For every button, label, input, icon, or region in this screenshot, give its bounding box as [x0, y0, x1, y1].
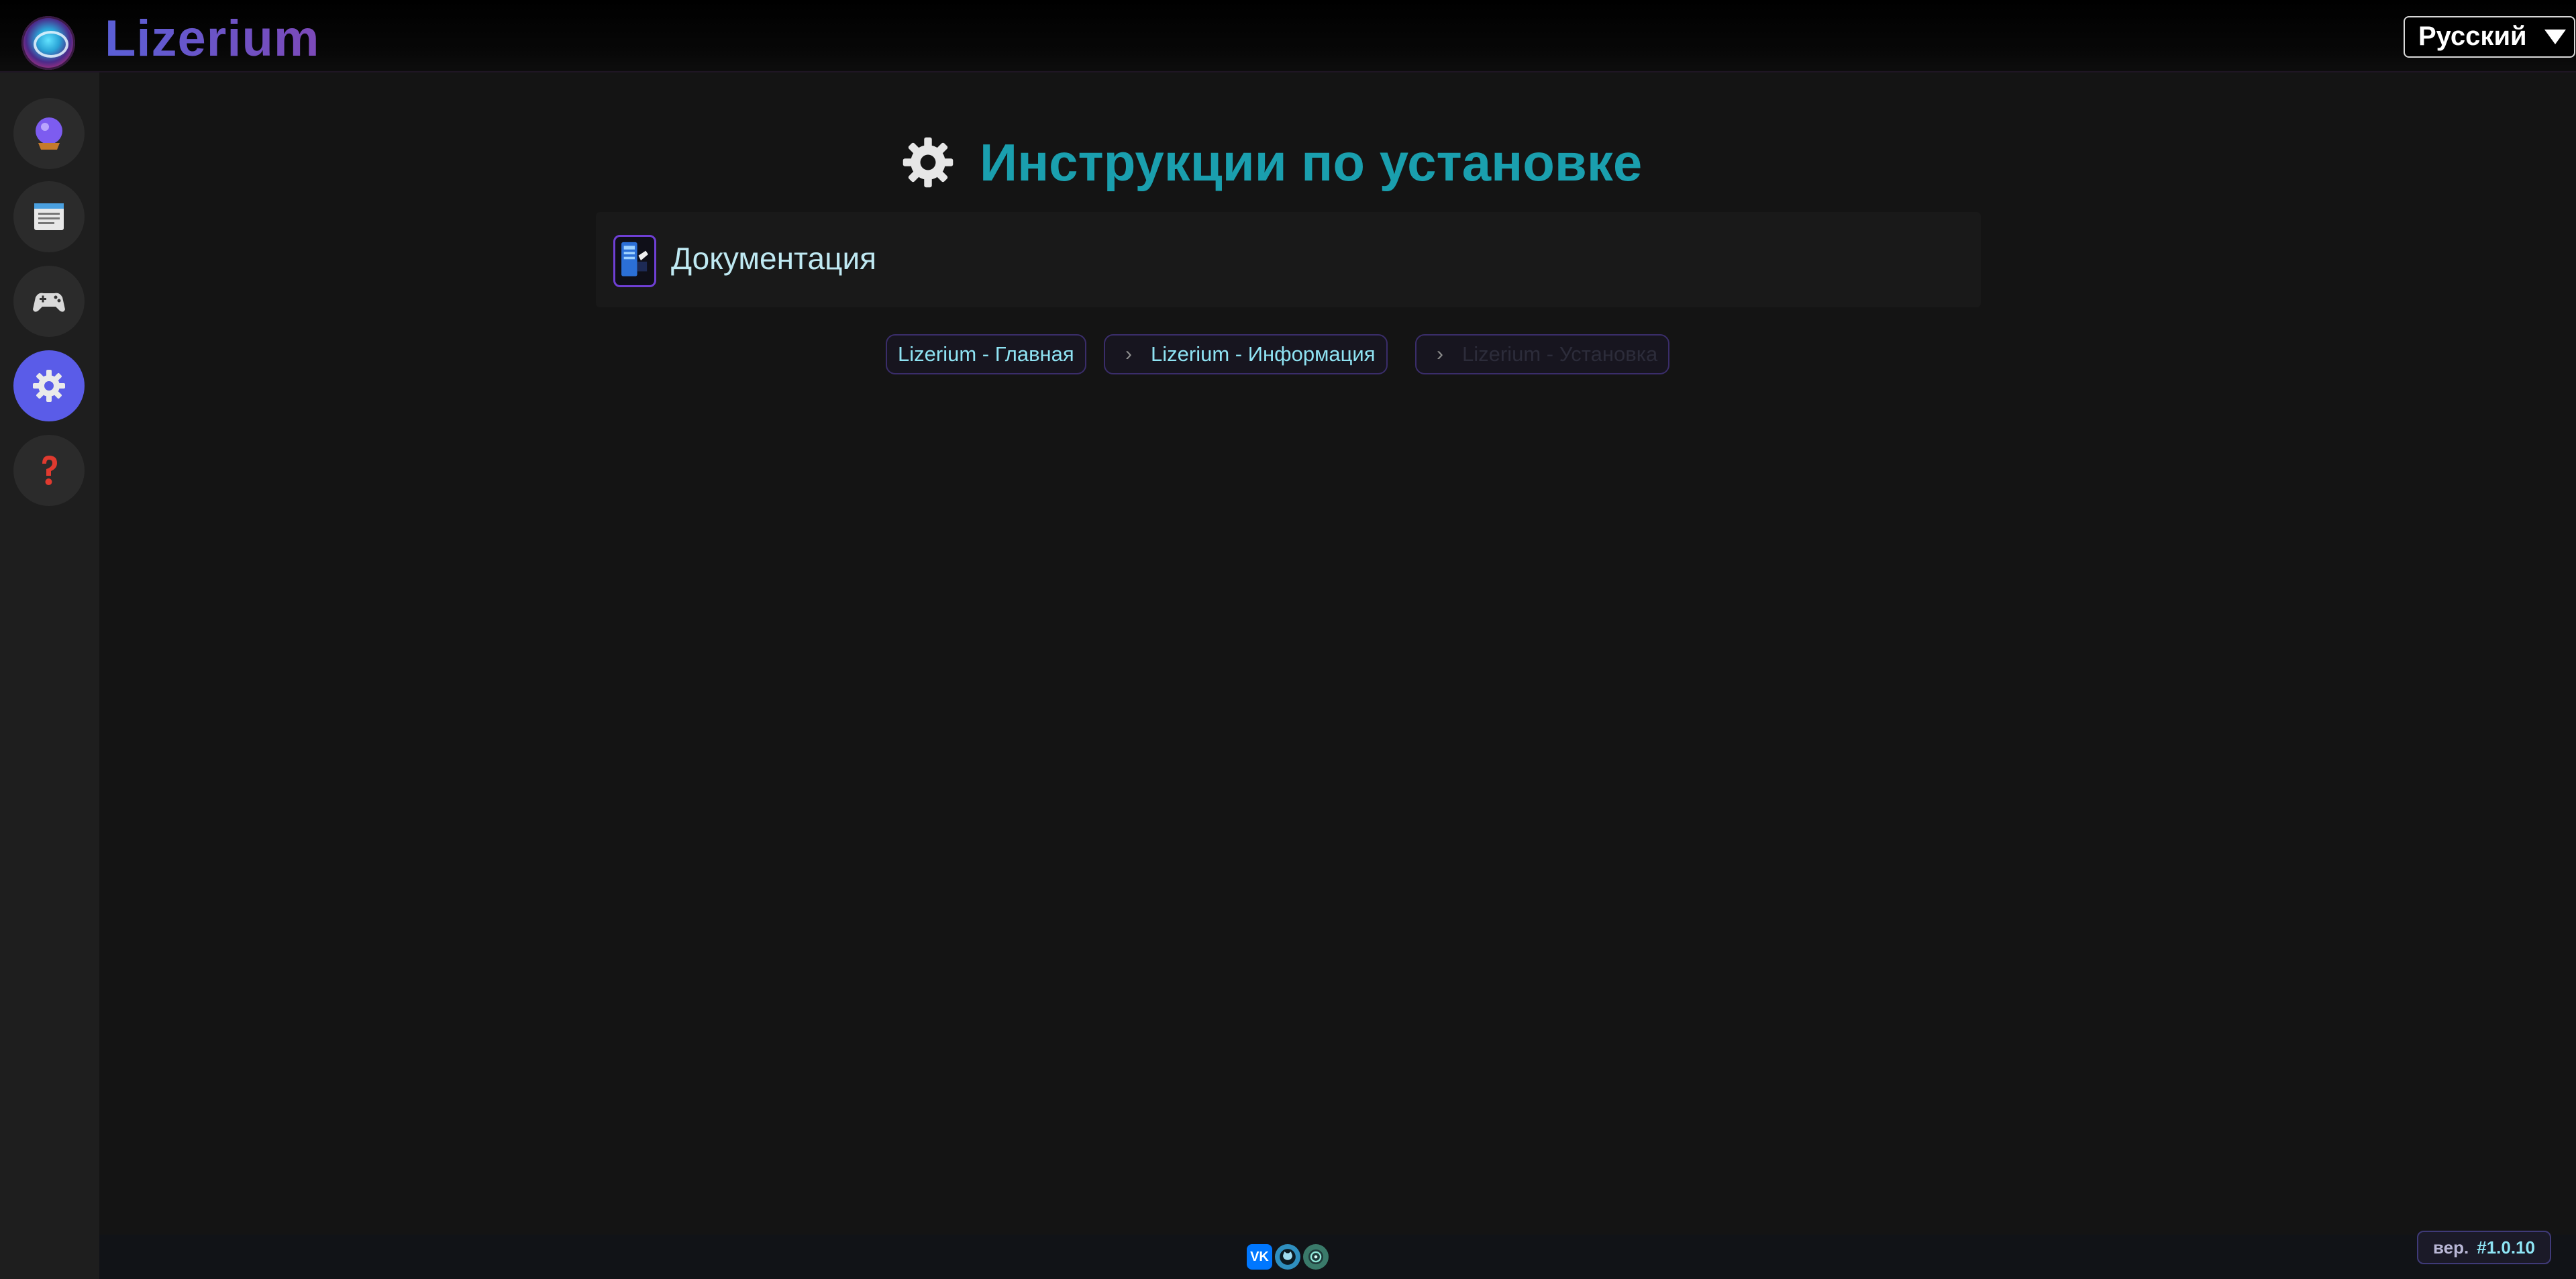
- brand-title[interactable]: Lizerium: [105, 9, 320, 68]
- breadcrumb-separator: ›: [1125, 343, 1132, 365]
- breadcrumb-home[interactable]: Lizerium - Главная: [886, 334, 1086, 374]
- gear-icon: [33, 370, 65, 402]
- breadcrumb-install-current: › Lizerium - Установка: [1415, 334, 1670, 374]
- breadcrumb-label: Lizerium - Информация: [1151, 342, 1376, 366]
- sidebar-item-home[interactable]: [13, 98, 85, 169]
- site-icon[interactable]: [1303, 1244, 1329, 1270]
- page-title: Инструкции по установке: [899, 129, 1642, 196]
- top-bar: Lizerium Русский: [0, 0, 2576, 72]
- breadcrumb-info[interactable]: › Lizerium - Информация: [1104, 334, 1388, 374]
- breadcrumb-separator: ›: [1437, 343, 1443, 365]
- chevron-down-icon: [2544, 30, 2566, 44]
- breadcrumb-label: Lizerium - Главная: [898, 342, 1074, 366]
- footer: [99, 1235, 2576, 1279]
- lizerium-logo[interactable]: [21, 16, 75, 70]
- documentation-label: Документация: [671, 241, 877, 276]
- documentation-link[interactable]: Документация: [596, 212, 1981, 307]
- language-select-value: Русский: [2418, 21, 2527, 51]
- crystal-ball-icon: [36, 117, 62, 150]
- gamepad-icon: [33, 293, 65, 312]
- vk-icon[interactable]: VK: [1247, 1244, 1272, 1270]
- sidebar-item-news[interactable]: [13, 181, 85, 252]
- newspaper-icon: [34, 203, 64, 230]
- gear-icon: [903, 137, 954, 188]
- version-label: вер.: [2433, 1237, 2469, 1258]
- phone-docs-icon: [613, 235, 656, 287]
- breadcrumb-label: Lizerium - Установка: [1462, 342, 1658, 366]
- vk-label: VK: [1250, 1249, 1269, 1264]
- version-value: #1.0.10: [2477, 1237, 2535, 1258]
- sidebar-item-settings[interactable]: [13, 350, 85, 421]
- sidebar-item-help[interactable]: [13, 435, 85, 506]
- version-badge: вер. #1.0.10: [2417, 1231, 2551, 1264]
- sidebar-item-games[interactable]: [13, 266, 85, 337]
- sidebar: [0, 72, 99, 1279]
- question-icon: [42, 456, 57, 485]
- github-icon[interactable]: [1275, 1244, 1300, 1270]
- language-select[interactable]: Русский: [2404, 16, 2575, 58]
- page-title-text: Инструкции по установке: [980, 132, 1643, 192]
